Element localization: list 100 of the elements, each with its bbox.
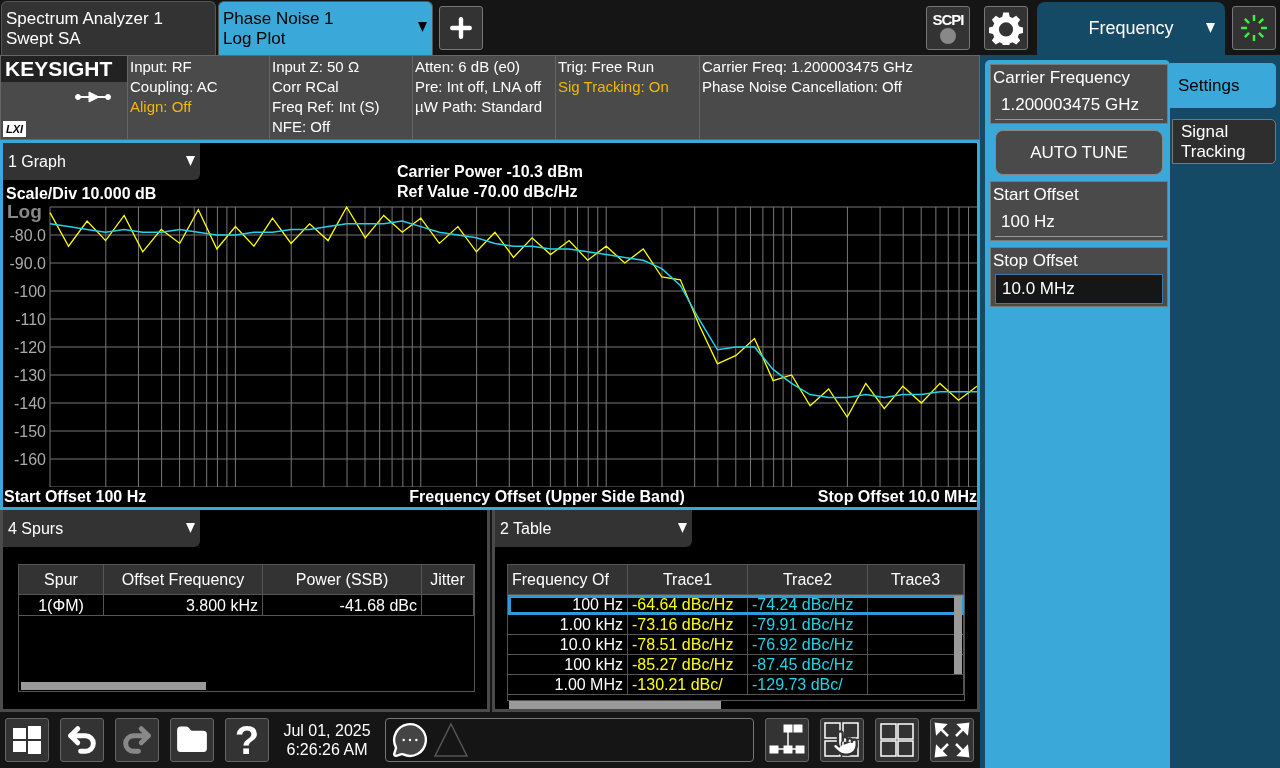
status-dot-icon (940, 28, 956, 44)
axis-label: -100 (13, 283, 46, 301)
x-axis-title: Frequency Offset (Upper Side Band) (409, 487, 685, 507)
scrollbar-thumb[interactable] (954, 596, 962, 674)
measurement-tab[interactable]: Phase Noise 1 Log Plot (218, 1, 433, 55)
table-row[interactable]: 1.00 MHz -130.21 dBc/ -129.73 dBc/ (508, 675, 964, 695)
status-text: Atten: 6 dB (e0) (415, 57, 522, 77)
softkey-tab[interactable]: Signal Tracking (1172, 119, 1276, 164)
window-selector[interactable]: 2 Table (495, 510, 692, 547)
value-field[interactable]: 10.0 MHz (995, 274, 1163, 304)
column-header: Trace1 (628, 565, 748, 594)
caret-icon (1206, 23, 1215, 33)
axis-label: -80.0 (9, 227, 46, 245)
table-cell: 3.800 kHz (104, 595, 263, 615)
status-text: Coupling: AC (130, 77, 219, 97)
stop-offset-label: Stop Offset 10.0 MHz (817, 487, 977, 507)
add-tab-button[interactable] (439, 6, 483, 50)
taskbar-button[interactable] (765, 718, 809, 762)
grid-icon (879, 722, 915, 758)
taskbar-button[interactable] (930, 718, 974, 762)
carrier-power-label: Carrier Power -10.3 dBm (397, 162, 583, 182)
measurement-tab[interactable]: Spectrum Analyzer 1 Swept SA (1, 1, 216, 55)
table-cell: -78.51 dBc/Hz (628, 635, 748, 654)
axis-label: -150 (13, 423, 46, 441)
tab-subtitle: Log Plot (223, 29, 286, 49)
table-cell: 100 kHz (508, 655, 628, 674)
taskbar-button[interactable] (820, 718, 864, 762)
scrollbar-thumb[interactable] (509, 701, 721, 709)
scrollbar-thumb[interactable] (21, 682, 206, 690)
window-selector[interactable]: 4 Spurs (3, 510, 200, 547)
busy-button[interactable] (1232, 6, 1276, 50)
taskbar-button[interactable] (875, 718, 919, 762)
status-text: Corr RCal (272, 77, 340, 97)
axis-label: -90.0 (9, 255, 46, 273)
status-text: NFE: Off (272, 117, 332, 137)
caret-icon (186, 523, 195, 533)
column-header: Jitter (422, 565, 474, 594)
status-text: Freq Ref: Int (S) (272, 97, 381, 117)
status-text: Input Z: 50 Ω (272, 57, 361, 77)
status-text: Phase Noise Cancellation: Off (702, 77, 903, 97)
table-cell: 1(ΦM) (19, 595, 104, 615)
window-selector[interactable]: 1 Graph (3, 143, 200, 180)
table-cell: -74.24 dBc/Hz (748, 595, 868, 614)
redo-icon (120, 723, 154, 757)
value-field[interactable]: 100 Hz (995, 208, 1163, 237)
value-field[interactable]: 1.200003475 GHz (995, 91, 1163, 120)
spinner-icon (1239, 13, 1269, 43)
table-cell: -73.16 dBc/Hz (628, 615, 748, 634)
taskbar-button[interactable] (60, 718, 104, 762)
date-text: Jul 01, 2025 (283, 721, 371, 740)
column-header: Spur (19, 565, 104, 594)
lxi-badge: LXI (3, 121, 27, 137)
status-text: Align: Off (130, 97, 193, 117)
menu-tab[interactable]: Frequency (1037, 2, 1225, 55)
table-cell: 1.00 MHz (508, 675, 628, 694)
status-text: µW Path: Standard (415, 97, 544, 117)
status-text: Pre: Int off, LNA off (415, 77, 543, 97)
column-header: Trace3 (868, 565, 964, 594)
tab-title: Spectrum Analyzer 1 (6, 9, 163, 29)
tab-subtitle: Swept SA (6, 29, 81, 49)
field-label: Carrier Frequency (993, 67, 1131, 89)
table-cell: 1.00 kHz (508, 615, 628, 634)
brand-logo: KEYSIGHT (1, 56, 127, 82)
axis-label: -120 (13, 339, 46, 357)
column-header: Power (SSB) (263, 565, 422, 594)
caret-icon (418, 22, 427, 32)
table-row[interactable]: 100 Hz -64.64 dBc/Hz -74.24 dBc/Hz (508, 595, 964, 615)
field-label: Start Offset (993, 184, 1080, 206)
table-cell: -64.64 dBc/Hz (628, 595, 748, 614)
ref-value-label: Ref Value -70.00 dBc/Hz (397, 182, 579, 202)
caret-icon (678, 523, 687, 533)
start-offset-label: Start Offset 100 Hz (4, 487, 147, 507)
column-header: Offset Frequency (104, 565, 263, 594)
table-cell: -41.68 dBc (263, 595, 422, 615)
expand-icon (934, 722, 970, 758)
axis-label: -160 (13, 451, 46, 469)
taskbar-button[interactable] (5, 718, 49, 762)
taskbar-button[interactable] (170, 718, 214, 762)
help-button[interactable]: ? (225, 718, 269, 762)
time-text: 6:26:26 AM (286, 740, 368, 759)
scpi-button[interactable]: SCPI (926, 6, 970, 50)
touch-layout-icon (823, 721, 861, 759)
table-cell: -87.45 dBc/Hz (748, 655, 868, 674)
chat-bubble-icon (391, 721, 429, 759)
status-text: Trig: Free Run (558, 57, 656, 77)
scale-type-label: Log (7, 204, 42, 223)
column-header: Trace2 (748, 565, 868, 594)
settings-button[interactable] (984, 6, 1028, 50)
table-cell: 10.0 kHz (508, 635, 628, 654)
caret-icon (186, 156, 195, 166)
table-cell: -129.73 dBc/ (748, 675, 868, 694)
table-cell: -85.27 dBc/Hz (628, 655, 748, 674)
status-text: Carrier Freq: 1.200003475 GHz (702, 57, 914, 77)
signal-path-icon (75, 90, 111, 104)
status-text: Sig Tracking: On (558, 77, 670, 97)
softkey-tab[interactable]: Settings (1170, 63, 1276, 108)
table-cell: -79.91 dBc/Hz (748, 615, 868, 634)
auto-tune-button[interactable]: AUTO TUNE (995, 130, 1163, 175)
windows-icon (12, 725, 42, 755)
axis-label: -140 (13, 395, 46, 413)
